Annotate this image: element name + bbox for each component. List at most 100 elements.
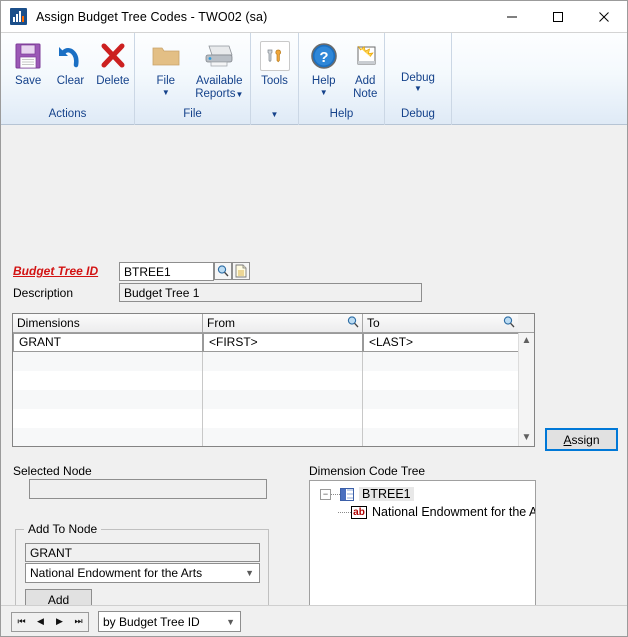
cell-from[interactable]: [203, 371, 363, 390]
budget-tree-id-lookup-button[interactable]: [214, 262, 232, 280]
tools-button[interactable]: Tools: [251, 37, 298, 88]
minus-expander-icon[interactable]: −: [320, 488, 331, 500]
cell-from[interactable]: [203, 390, 363, 409]
cell-to[interactable]: [363, 371, 518, 390]
selected-node-label: Selected Node: [13, 464, 92, 478]
save-label: Save: [15, 75, 42, 87]
chevron-down-icon[interactable]: ▼: [522, 430, 532, 446]
cell-to[interactable]: [363, 390, 518, 409]
cell-dimension[interactable]: [13, 352, 203, 371]
ribbon-group-label-help: Help: [329, 108, 354, 120]
ribbon-group-file: File ▼ Available Reports▼ File: [135, 33, 251, 125]
add-to-node-code-dropdown[interactable]: National Endowment for the Arts ▼: [25, 563, 260, 583]
table-row[interactable]: [13, 352, 534, 371]
table-row[interactable]: [13, 428, 534, 446]
folder-icon: [151, 39, 181, 73]
ribbon-group-tools: Tools ▼: [251, 33, 299, 125]
selected-node-input[interactable]: [29, 479, 267, 499]
add-note-icon: [350, 39, 380, 73]
status-bar: ⏮ ◀ ▶ ⏭ by Budget Tree ID ▼: [1, 605, 627, 636]
last-record-button[interactable]: ⏭: [69, 613, 88, 631]
cell-to[interactable]: <LAST>: [363, 333, 518, 352]
sort-order-dropdown[interactable]: by Budget Tree ID ▼: [98, 611, 241, 632]
cell-from[interactable]: [203, 352, 363, 371]
title-bar: Assign Budget Tree Codes - TWO02 (sa): [1, 1, 627, 32]
save-button[interactable]: Save: [7, 37, 49, 88]
ab-text-icon: ab: [351, 505, 367, 519]
tree-grid-icon: [340, 487, 354, 501]
table-row[interactable]: [13, 409, 534, 428]
grid-header-dimensions[interactable]: Dimensions: [13, 314, 203, 332]
dimension-code-tree-label: Dimension Code Tree: [309, 464, 426, 478]
add-to-node-code-value: National Endowment for the Arts: [30, 566, 203, 580]
grid-vertical-scrollbar[interactable]: ▲ ▼: [518, 333, 534, 446]
sort-order-value: by Budget Tree ID: [103, 614, 200, 629]
delete-label: Delete: [96, 75, 130, 87]
cell-dimension[interactable]: GRANT: [13, 333, 203, 352]
grid-header-row: Dimensions From To: [13, 314, 534, 333]
ribbon-group-help: ? Help ▼ Add Note Help: [299, 33, 385, 125]
assign-button-rest: ssign: [571, 432, 600, 447]
available-reports-button[interactable]: Available Reports▼: [189, 37, 250, 101]
add-to-node-dimension-field[interactable]: [25, 543, 260, 562]
add-note-button[interactable]: Add Note: [346, 37, 384, 100]
ribbon-group-actions: Save Clear Delete Actions: [1, 33, 135, 125]
budget-tree-id-input[interactable]: [119, 262, 214, 281]
maximize-button[interactable]: [535, 1, 581, 32]
chevron-up-icon[interactable]: ▲: [522, 333, 532, 349]
cell-to[interactable]: [363, 352, 518, 371]
cell-to[interactable]: [363, 428, 518, 446]
cell-from[interactable]: [203, 428, 363, 446]
tree-node-child[interactable]: ab National Endowment for the A: [310, 503, 535, 521]
table-row[interactable]: [13, 390, 534, 409]
chevron-down-icon: ▼: [226, 616, 235, 627]
magnifier-lookup-icon[interactable]: [346, 315, 360, 334]
ribbon-group-debug: Debug ▼ Debug: [385, 33, 452, 125]
cell-from[interactable]: [203, 409, 363, 428]
chevron-down-icon: ▼: [235, 89, 244, 99]
assign-button[interactable]: Assign: [545, 428, 618, 451]
description-label: Description: [13, 286, 74, 300]
ribbon-group-label-tools[interactable]: ▼: [251, 106, 298, 125]
grid-header-to[interactable]: To: [363, 314, 518, 332]
cell-dimension[interactable]: [13, 409, 203, 428]
cell-dimension[interactable]: [13, 371, 203, 390]
chevron-down-icon: ▼: [319, 87, 328, 97]
help-button[interactable]: ? Help ▼: [301, 37, 346, 97]
table-row[interactable]: [13, 371, 534, 390]
previous-record-button[interactable]: ◀: [31, 613, 50, 631]
clear-button[interactable]: Clear: [49, 37, 91, 88]
cell-to[interactable]: [363, 409, 518, 428]
add-to-node-title: Add To Node: [24, 522, 102, 536]
table-row[interactable]: GRANT <FIRST> <LAST>: [13, 333, 534, 352]
budget-tree-id-label[interactable]: Budget Tree ID: [13, 264, 98, 278]
tree-node-root[interactable]: − BTREE1: [310, 485, 535, 503]
grid-header-from[interactable]: From: [203, 314, 363, 332]
cell-dimension[interactable]: [13, 390, 203, 409]
chevron-down-icon: ▼: [161, 87, 170, 97]
record-navigation: ⏮ ◀ ▶ ⏭: [11, 611, 89, 632]
help-label: Help: [311, 75, 336, 87]
delete-button[interactable]: Delete: [92, 37, 134, 88]
ribbon-empty-area: [452, 33, 627, 125]
minimize-button[interactable]: [489, 1, 535, 32]
cell-from[interactable]: <FIRST>: [203, 333, 363, 352]
wrench-screwdriver-icon: [259, 41, 290, 71]
tree-node-root-label: BTREE1: [359, 487, 414, 501]
next-record-button[interactable]: ▶: [50, 613, 69, 631]
first-record-button[interactable]: ⏮: [12, 613, 31, 631]
printer-icon: [202, 39, 236, 73]
dimensions-grid: Dimensions From To GRANT <FIRST> <LAST> …: [12, 313, 535, 447]
budget-tree-id-note-button[interactable]: [232, 262, 250, 280]
tree-node-child-label: National Endowment for the A: [372, 505, 536, 519]
cell-dimension[interactable]: [13, 428, 203, 446]
description-input[interactable]: [119, 283, 422, 302]
magnifier-lookup-icon[interactable]: [502, 315, 516, 334]
close-button[interactable]: [581, 1, 627, 32]
chart-icon: [10, 8, 27, 25]
file-menu-button[interactable]: File ▼: [143, 37, 189, 97]
chevron-down-icon: ▼: [245, 568, 254, 578]
undo-arrow-icon: [55, 39, 85, 73]
debug-button[interactable]: Debug ▼: [385, 68, 451, 94]
ribbon-group-label-debug: Debug: [401, 108, 435, 120]
